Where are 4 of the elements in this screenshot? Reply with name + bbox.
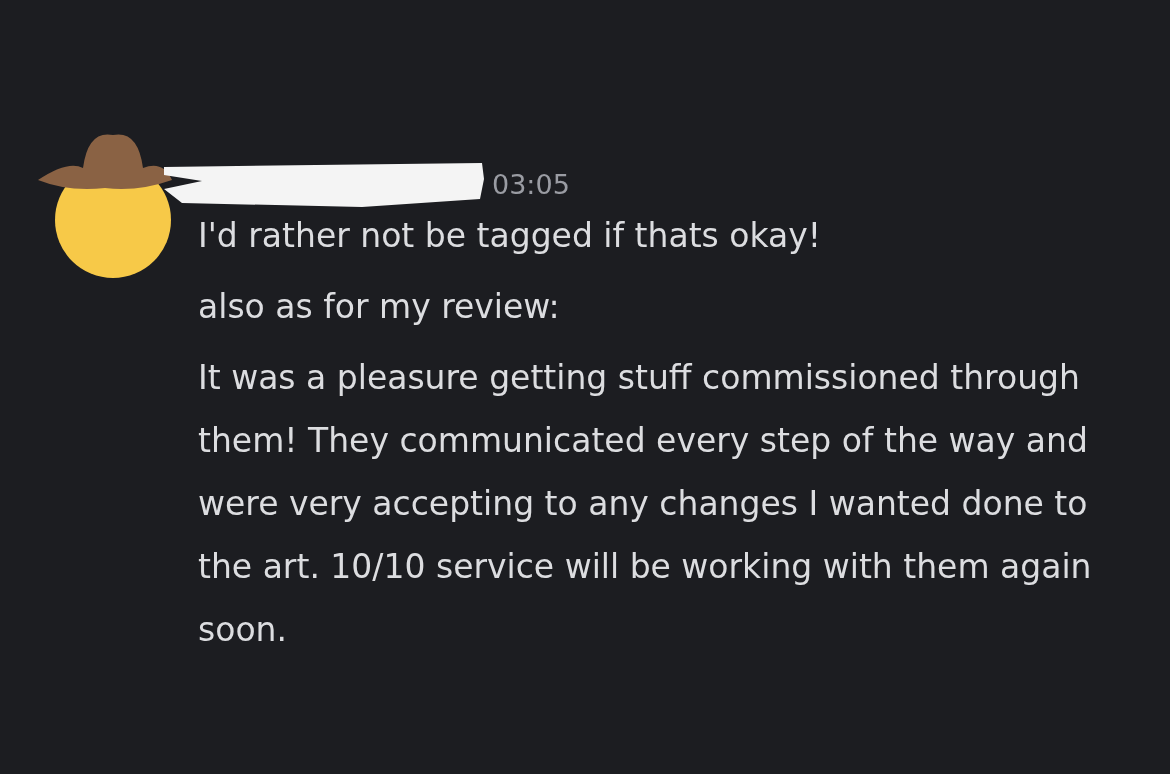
timestamp: 03:05 (492, 168, 570, 200)
message-text: It was a pleasure getting stuff commissioned through them! They communicated every step of the way and were very accepting to any changes I wanted done to the art. 10/10 service will be working with them again soon. (198, 357, 1093, 651)
message-text: also as for my review: (198, 286, 561, 328)
message-text: I'd rather not be tagged if thats okay! (198, 215, 822, 257)
